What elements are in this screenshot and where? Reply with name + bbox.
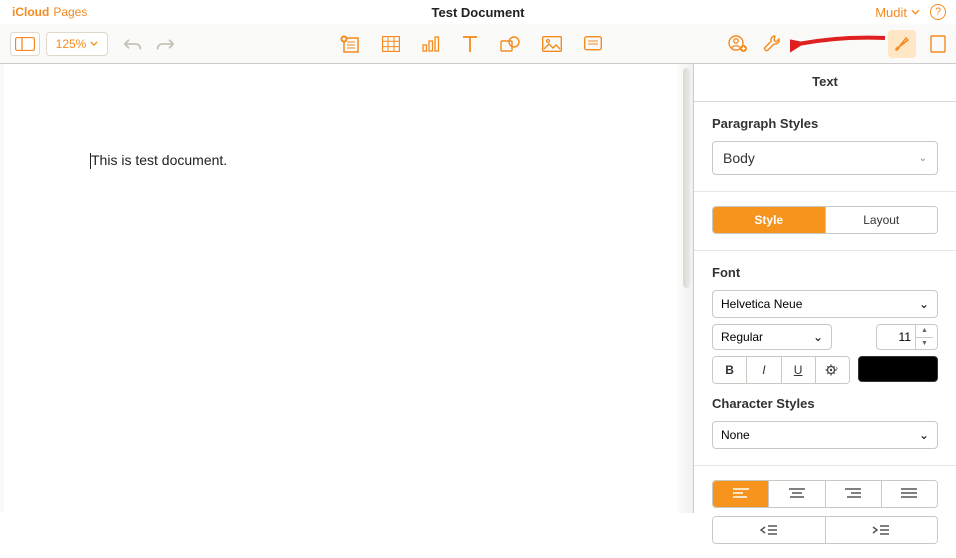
paragraph-styles-section: Paragraph Styles Body ⌄ [694,102,956,192]
help-button[interactable]: ? [930,4,946,20]
chevron-down-icon [90,41,98,46]
chart-button[interactable] [422,36,440,52]
align-right-icon [845,488,861,500]
character-style-select[interactable]: None ⌄ [712,421,938,449]
align-center-icon [789,488,805,500]
gear-icon [825,363,839,377]
font-label: Font [712,265,938,280]
character-style-value: None [721,428,750,442]
alignment-segment [712,480,938,508]
chart-icon [422,36,440,52]
outdent-icon [760,524,778,536]
right-tools [728,30,946,58]
comment-button[interactable] [584,36,602,52]
zoom-select[interactable]: 125% [46,32,108,56]
chevron-down-icon: ⌄ [919,428,929,442]
toolbar: 125% [0,24,956,64]
workspace: This is test document. Text Paragraph St… [0,64,956,513]
document-body-text: This is test document. [91,152,227,168]
bold-button[interactable]: B [713,357,746,383]
font-weight-value: Regular [721,330,763,344]
text-color-well[interactable] [858,356,938,382]
seg-style[interactable]: Style [713,207,825,233]
align-justify-icon [901,488,917,500]
chevron-down-icon: ⌄ [919,153,927,164]
step-down-icon[interactable]: ▼ [916,337,933,349]
page: This is test document. [4,64,677,513]
indent-button[interactable] [825,517,938,543]
indent-segment [712,516,938,544]
shape-icon [500,36,520,52]
inspector-tab-text[interactable]: Text [694,64,956,102]
style-layout-segment: Style Layout [712,206,938,234]
text-format-section: Style Layout [694,192,956,251]
align-left-button[interactable] [713,481,768,507]
alignment-section [694,466,956,558]
user-name: Mudit [875,5,907,20]
outdent-button[interactable] [713,517,825,543]
comment-icon [584,36,602,52]
insert-tools [340,35,602,53]
font-size-input[interactable] [877,330,915,344]
wrench-icon [762,34,782,54]
zoom-value: 125% [56,37,87,51]
user-menu[interactable]: Mudit [875,5,920,20]
character-styles-label: Character Styles [712,396,938,411]
underline-button[interactable]: U [781,357,815,383]
format-inspector: Text Paragraph Styles Body ⌄ Style Layou… [694,64,956,513]
media-button[interactable] [542,36,562,52]
vertical-scrollbar[interactable] [683,68,690,288]
document-title: Test Document [0,5,956,20]
italic-glyph: I [762,363,765,377]
align-justify-button[interactable] [881,481,937,507]
view-button[interactable] [10,32,40,56]
chevron-down-icon [911,9,920,15]
table-icon [382,36,400,52]
bold-glyph: B [725,363,734,377]
redo-icon[interactable] [154,35,176,53]
underline-glyph: U [794,363,803,377]
shape-button[interactable] [500,36,520,52]
font-family-value: Helvetica Neue [721,297,802,311]
text-button[interactable] [462,35,478,53]
step-up-icon[interactable]: ▲ [916,325,933,337]
format-button[interactable] [888,30,916,58]
undo-icon[interactable] [122,35,144,53]
text-settings-button[interactable] [815,357,849,383]
font-section: Font Helvetica Neue ⌄ Regular ⌄ ▲▼ B [694,251,956,466]
font-family-select[interactable]: Helvetica Neue ⌄ [712,290,938,318]
insert-page-button[interactable] [340,35,360,53]
font-size-stepper[interactable]: ▲▼ [876,324,938,350]
paragraph-style-value: Body [723,150,755,166]
align-left-icon [733,488,749,500]
page-plus-icon [340,35,360,53]
italic-button[interactable]: I [746,357,780,383]
document-button[interactable] [930,35,946,53]
document-icon [930,35,946,53]
align-right-button[interactable] [825,481,881,507]
brush-icon [892,34,912,54]
table-button[interactable] [382,36,400,52]
text-icon [462,35,478,53]
titlebar: iCloudPages Test Document Mudit ? [0,0,956,24]
seg-layout[interactable]: Layout [825,207,938,233]
tools-button[interactable] [762,34,782,54]
sidebar-icon [15,37,35,51]
indent-icon [872,524,890,536]
image-icon [542,36,562,52]
undo-redo-group [122,35,176,53]
chevron-down-icon: ⌄ [919,297,929,311]
align-center-button[interactable] [768,481,824,507]
font-weight-select[interactable]: Regular ⌄ [712,324,832,350]
paragraph-style-select[interactable]: Body ⌄ [712,141,938,175]
paragraph-styles-label: Paragraph Styles [712,116,938,131]
chevron-down-icon: ⌄ [813,330,823,344]
collaborate-button[interactable] [728,35,748,53]
canvas[interactable]: This is test document. [0,64,694,513]
document-text[interactable]: This is test document. [90,152,227,169]
person-plus-icon [728,35,748,53]
